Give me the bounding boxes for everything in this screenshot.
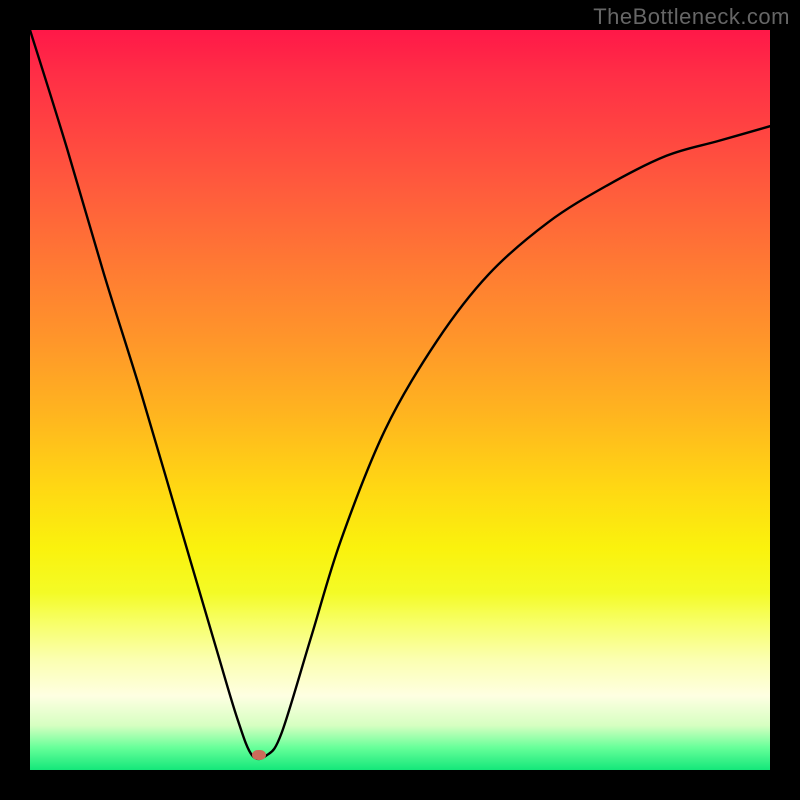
bottleneck-curve	[30, 30, 770, 770]
watermark-text: TheBottleneck.com	[593, 4, 790, 30]
chart-frame: TheBottleneck.com	[0, 0, 800, 800]
plot-area	[30, 30, 770, 770]
minimum-marker	[252, 750, 266, 760]
